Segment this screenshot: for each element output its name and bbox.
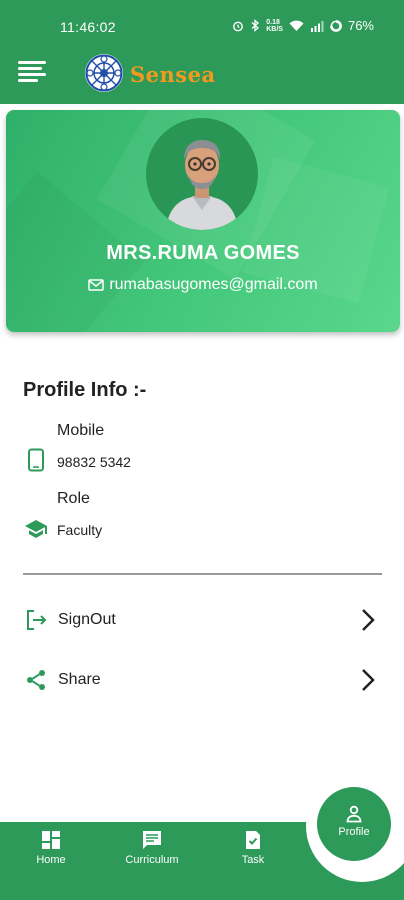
signal-icon (310, 20, 324, 32)
status-icons: 0.18 KB/S 76% (232, 18, 374, 33)
mobile-phone-icon (28, 448, 44, 472)
wifi-icon (289, 20, 304, 31)
person-icon (346, 805, 362, 823)
school-icon (25, 520, 47, 538)
role-label: Role (57, 490, 90, 507)
nav-home-label: Home (36, 854, 66, 866)
brand-name: Sensea (130, 62, 216, 87)
profile-info-title: Profile Info :- (23, 379, 147, 401)
mail-icon (88, 279, 105, 291)
profile-email: rumabasugomes@gmail.com (109, 276, 318, 293)
mobile-value: 98832 5342 (57, 454, 131, 470)
profile-email-row: rumabasugomes@gmail.com (6, 276, 400, 294)
signout-row[interactable]: SignOut (0, 600, 404, 640)
bluetooth-icon (251, 19, 260, 32)
profile-card: MRS.RUMA GOMES rumabasugomes@gmail.com (6, 110, 400, 332)
chat-list-icon (143, 831, 161, 849)
alarm-icon (233, 21, 244, 31)
mobile-label: Mobile (57, 422, 105, 439)
status-time: 11:46:02 (60, 19, 116, 35)
dashboard-icon (42, 831, 60, 849)
nav-profile[interactable]: Profile (317, 787, 391, 861)
share-icon (27, 670, 45, 690)
signout-label: SignOut (58, 611, 116, 628)
nav-curriculum-label: Curriculum (125, 854, 179, 866)
nav-task-label: Task (241, 854, 265, 866)
battery-icon (330, 19, 342, 32)
share-row[interactable]: Share (0, 660, 404, 700)
status-bar: 11:46:02 0.18 KB/S 76% (0, 0, 404, 48)
nav-home[interactable]: Home (16, 830, 86, 874)
app-bar: 11:46:02 0.18 KB/S 76% Sensea (0, 0, 404, 104)
nav-task[interactable]: Task (218, 830, 288, 874)
network-speed: 0.18 KB/S (266, 18, 283, 33)
share-label: Share (58, 671, 101, 688)
battery-percent: 76% (347, 18, 374, 33)
chevron-right-icon (362, 609, 375, 631)
role-value: Faculty (57, 522, 103, 538)
logout-icon (27, 610, 47, 630)
profile-name: MRS.RUMA GOMES (106, 242, 300, 264)
avatar (146, 118, 258, 230)
chevron-right-icon (362, 669, 375, 691)
sensea-logo (85, 54, 123, 92)
menu-button[interactable] (18, 61, 46, 83)
task-icon (246, 831, 260, 849)
divider (23, 573, 382, 575)
nav-curriculum[interactable]: Curriculum (117, 830, 187, 874)
nav-profile-label: Profile (338, 826, 370, 838)
